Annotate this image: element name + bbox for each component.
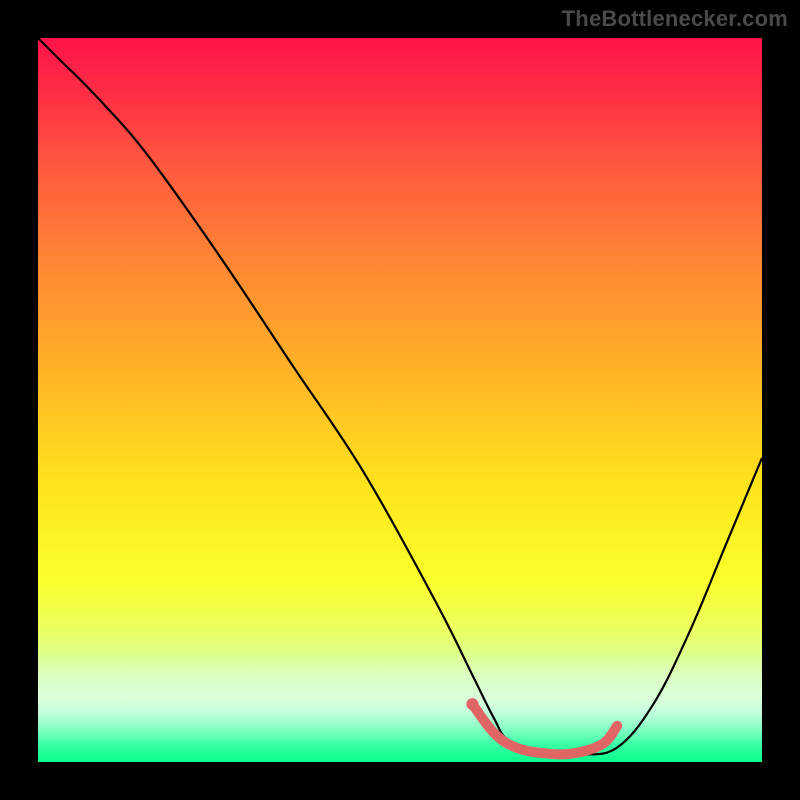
- plot-area: [38, 38, 762, 762]
- chart-stage: TheBottlenecker.com: [0, 0, 800, 800]
- curve-svg: [38, 38, 762, 762]
- watermark-text: TheBottlenecker.com: [562, 6, 788, 32]
- highlight-marker-dot: [466, 698, 478, 710]
- pale-horizontal-band: [38, 654, 762, 744]
- highlight-marker-stroke: [472, 704, 617, 754]
- bottleneck-curve: [38, 38, 762, 756]
